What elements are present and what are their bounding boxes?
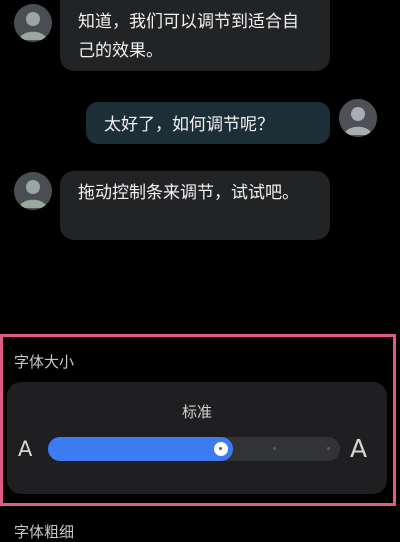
person-icon xyxy=(339,99,377,137)
font-size-slider-fill xyxy=(48,437,234,461)
slider-step-tick[interactable] xyxy=(272,447,276,450)
small-font-icon[interactable]: A xyxy=(18,439,32,460)
message-bubble-incoming[interactable]: 知道，我们可以调节到适合自己的效果。 xyxy=(60,0,330,71)
font-weight-section-label: 字体粗细 xyxy=(14,523,75,541)
person-icon xyxy=(14,172,52,210)
contact-avatar-icon[interactable] xyxy=(14,172,52,210)
font-size-preset-name: 标准 xyxy=(181,403,212,421)
large-font-icon[interactable]: A xyxy=(350,436,367,461)
font-size-slider[interactable] xyxy=(48,437,340,461)
person-icon xyxy=(14,4,52,42)
message-bubble-incoming[interactable]: 拖动控制条来调节，试试吧。 xyxy=(60,171,330,240)
my-avatar-icon[interactable] xyxy=(339,99,377,137)
contact-avatar-icon[interactable] xyxy=(14,4,52,42)
message-text: 太好了，如何调节呢？ xyxy=(104,115,274,135)
font-size-section-label: 字体大小 xyxy=(14,353,75,371)
message-text: 知道，我们可以调节到适合自己的效果。 xyxy=(78,12,299,61)
slider-step-tick[interactable] xyxy=(326,447,330,450)
message-bubble-outgoing[interactable]: 太好了，如何调节呢？ xyxy=(86,102,330,144)
message-text: 拖动控制条来调节，试试吧。 xyxy=(78,183,299,203)
